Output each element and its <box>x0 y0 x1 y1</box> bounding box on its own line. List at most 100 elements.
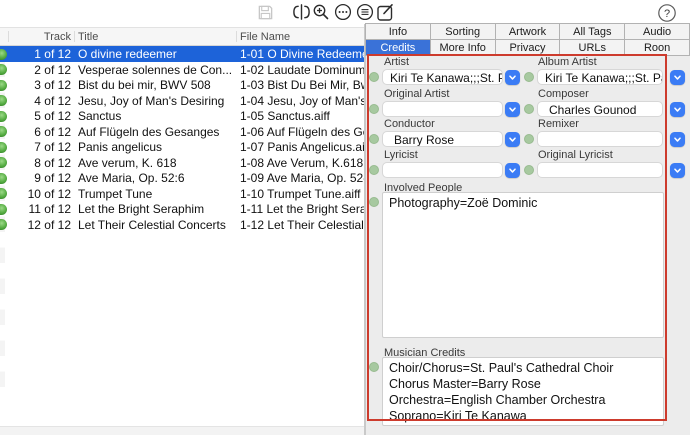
file-name-cell: 1-11 Let the Bright Sera <box>240 202 364 216</box>
table-row[interactable]: 9 of 12 Ave Maria, Op. 52:6 1-09 Ave Mar… <box>0 170 364 186</box>
tab-credits[interactable]: Credits <box>365 39 431 56</box>
table-row[interactable]: 4 of 12 Jesu, Joy of Man's Desiring 1-04… <box>0 93 364 109</box>
table-bottom-scroll-area[interactable] <box>0 426 364 435</box>
title-cell: Let Their Celestial Concerts <box>78 218 236 232</box>
lyricist-status-dot <box>369 165 379 175</box>
album-artist-field[interactable]: Kiri Te Kanawa;;;St. Paul... <box>537 69 663 85</box>
tab-info[interactable]: Info <box>365 23 431 40</box>
track-list: 1 of 12 O divine redeemer 1-01 O Divine … <box>0 46 364 232</box>
original-lyricist-label: Original Lyricist <box>538 150 613 161</box>
tab-urls[interactable]: URLs <box>559 39 625 56</box>
table-row[interactable]: 5 of 12 Sanctus 1-05 Sanctus.aiff <box>0 108 364 124</box>
track-status-icon <box>0 95 7 106</box>
tab-artwork[interactable]: Artwork <box>495 23 561 40</box>
table-row[interactable]: 1 of 12 O divine redeemer 1-01 O Divine … <box>0 46 364 62</box>
table-row[interactable]: 12 of 12 Let Their Celestial Concerts 1-… <box>0 217 364 233</box>
compose-icon[interactable] <box>375 2 395 22</box>
table-row[interactable]: 7 of 12 Panis angelicus 1-07 Panis Angel… <box>0 139 364 155</box>
title-cell: Panis angelicus <box>78 140 236 154</box>
column-header-title[interactable]: Title <box>78 31 98 44</box>
original-artist-label: Original Artist <box>384 89 449 100</box>
original-lyricist-field[interactable] <box>537 162 663 178</box>
composer-status-dot <box>524 104 534 114</box>
table-row[interactable]: 2 of 12 Vesperae solennes de Con... 1-02… <box>0 62 364 78</box>
lyricist-label: Lyricist <box>384 150 418 161</box>
title-cell: O divine redeemer <box>78 47 236 61</box>
save-icon[interactable] <box>255 2 275 22</box>
lyricist-dropdown-button[interactable] <box>505 163 520 178</box>
metadata-panel: Info Sorting Artwork All Tags Audio Cred… <box>366 24 690 435</box>
tab-sorting[interactable]: Sorting <box>430 23 496 40</box>
column-header-track[interactable]: Track <box>10 31 71 44</box>
involved-people-textarea[interactable]: Photography=Zoë Dominic <box>382 192 664 338</box>
title-cell: Let the Bright Seraphim <box>78 202 236 216</box>
title-cell: Auf Flügeln des Gesanges <box>78 125 236 139</box>
file-name-cell: 1-05 Sanctus.aiff <box>240 109 364 123</box>
track-cell: 8 of 12 <box>10 156 71 170</box>
title-cell: Trumpet Tune <box>78 187 236 201</box>
file-name-cell: 1-12 Let Their Celestial <box>240 218 364 232</box>
artist-status-dot <box>369 72 379 82</box>
list-menu-icon[interactable] <box>355 2 375 22</box>
track-cell: 5 of 12 <box>10 109 71 123</box>
album-artist-status-dot <box>524 72 534 82</box>
conductor-dropdown-button[interactable] <box>505 132 520 147</box>
tab-more-info[interactable]: More Info <box>430 39 496 56</box>
original-artist-field[interactable] <box>382 101 503 117</box>
track-cell: 6 of 12 <box>10 125 71 139</box>
original-lyricist-dropdown-button[interactable] <box>670 163 685 178</box>
involved-people-status-dot <box>369 197 379 207</box>
track-cell: 11 of 12 <box>10 202 71 216</box>
track-cell: 4 of 12 <box>10 94 71 108</box>
tag-editor-window: ? Track Title File Name 1 of 12 O divine… <box>0 0 690 435</box>
track-status-icon <box>0 80 7 91</box>
table-header: Track Title File Name <box>0 27 364 46</box>
file-name-cell: 1-07 Panis Angelicus.aif <box>240 140 364 154</box>
tab-roon[interactable]: Roon <box>624 39 690 56</box>
composer-dropdown-button[interactable] <box>670 102 685 117</box>
lyricist-field[interactable] <box>382 162 503 178</box>
conductor-field[interactable]: Barry Rose <box>382 131 503 147</box>
panel-tabs: Info Sorting Artwork All Tags Audio Cred… <box>366 24 690 56</box>
column-header-file-name[interactable]: File Name <box>240 31 290 44</box>
table-row[interactable]: 10 of 12 Trumpet Tune 1-10 Trumpet Tune.… <box>0 186 364 202</box>
conductor-status-dot <box>369 134 379 144</box>
table-row[interactable]: 8 of 12 Ave verum, K. 618 1-08 Ave Verum… <box>0 155 364 171</box>
remixer-dropdown-button[interactable] <box>670 132 685 147</box>
title-cell: Ave Maria, Op. 52:6 <box>78 171 236 185</box>
table-row[interactable]: 11 of 12 Let the Bright Seraphim 1-11 Le… <box>0 201 364 217</box>
track-cell: 12 of 12 <box>10 218 71 232</box>
zoom-icon[interactable] <box>311 2 331 22</box>
more-ellipsis-icon[interactable] <box>333 2 353 22</box>
file-name-cell: 1-09 Ave Maria, Op. 52- <box>240 171 364 185</box>
artist-field[interactable]: Kiri Te Kanawa;;;St. Paul... <box>382 69 503 85</box>
compare-icon[interactable] <box>291 2 311 22</box>
file-name-cell: 1-03 Bist Du Bei Mir, Bw <box>240 78 364 92</box>
track-status-icon <box>0 157 7 168</box>
tab-privacy[interactable]: Privacy <box>495 39 561 56</box>
track-cell: 9 of 12 <box>10 171 71 185</box>
file-name-cell: 1-04 Jesu, Joy of Man's <box>240 94 364 108</box>
help-icon[interactable]: ? <box>657 3 677 23</box>
track-cell: 10 of 12 <box>10 187 71 201</box>
table-row[interactable]: 6 of 12 Auf Flügeln des Gesanges 1-06 Au… <box>0 124 364 140</box>
original-artist-dropdown-button[interactable] <box>505 102 520 117</box>
artist-dropdown-button[interactable] <box>505 70 520 85</box>
file-name-cell: 1-01 O Divine Redeeme <box>240 47 364 61</box>
title-cell: Sanctus <box>78 109 236 123</box>
tab-audio[interactable]: Audio <box>624 23 690 40</box>
title-cell: Vesperae solennes de Con... <box>78 63 236 77</box>
table-row[interactable]: 3 of 12 Bist du bei mir, BWV 508 1-03 Bi… <box>0 77 364 93</box>
track-status-icon <box>0 64 7 75</box>
svg-text:?: ? <box>664 8 670 20</box>
file-name-cell: 1-02 Laudate Dominum <box>240 63 364 77</box>
remixer-field[interactable] <box>537 131 663 147</box>
track-cell: 7 of 12 <box>10 140 71 154</box>
album-artist-label: Album Artist <box>538 57 597 68</box>
album-artist-dropdown-button[interactable] <box>670 70 685 85</box>
musician-credits-textarea[interactable]: Choir/Chorus=St. Paul's Cathedral Choir … <box>382 357 664 426</box>
track-status-icon <box>0 204 7 215</box>
track-status-icon <box>0 173 7 184</box>
tab-all-tags[interactable]: All Tags <box>559 23 625 40</box>
composer-field[interactable]: Charles Gounod <box>537 101 663 117</box>
